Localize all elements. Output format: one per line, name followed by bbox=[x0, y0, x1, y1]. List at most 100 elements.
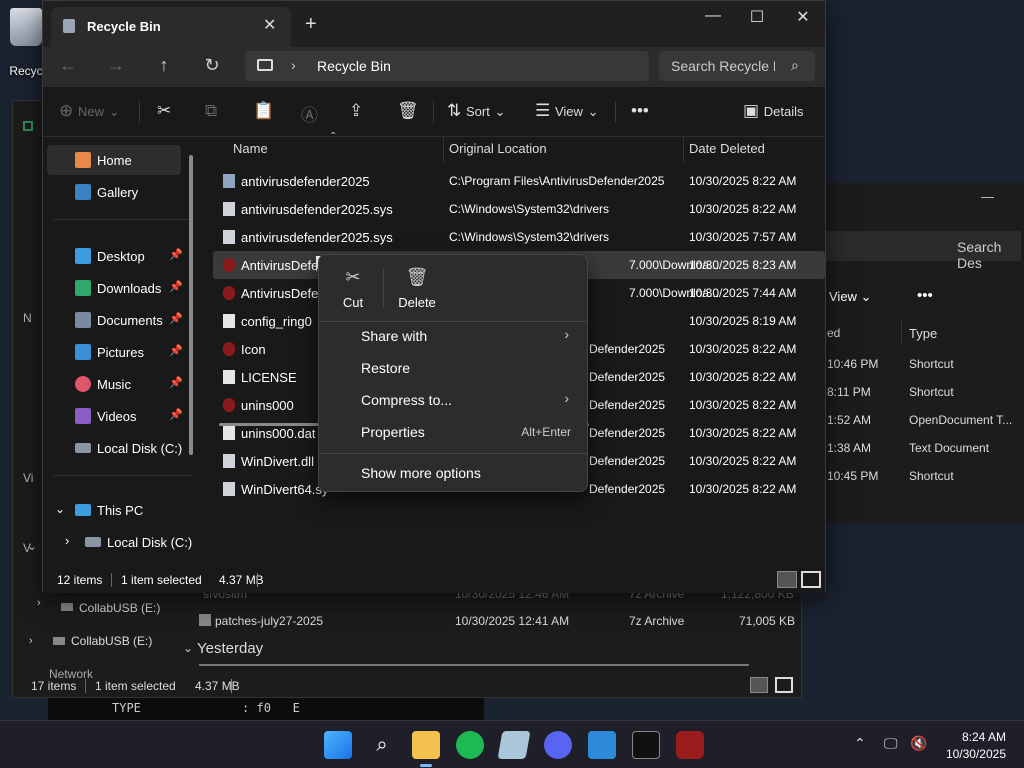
nav-gallery[interactable]: Gallery bbox=[47, 177, 181, 207]
file-date: 10/30/2025 7:44 AM bbox=[689, 286, 797, 300]
back-arrow-icon[interactable]: ← bbox=[53, 55, 83, 79]
nav-collabusb-2[interactable]: CollabUSB (E:) bbox=[71, 634, 152, 648]
start-windows-icon[interactable] bbox=[324, 731, 352, 759]
chevron-right-icon[interactable]: › bbox=[65, 533, 69, 548]
network-icon[interactable]: 🖵 bbox=[884, 735, 898, 752]
address-box[interactable]: › Recycle Bin bbox=[245, 51, 649, 81]
more-options-icon[interactable]: ••• bbox=[631, 101, 649, 121]
chevron-down-icon[interactable]: ⌄ bbox=[183, 641, 193, 655]
pin-icon[interactable]: 📌 bbox=[169, 280, 183, 293]
col-header-location[interactable]: Original Location bbox=[449, 141, 547, 156]
title-bar[interactable]: Recycle Bin ✕ + — ☐ ✕ bbox=[43, 1, 825, 47]
back-view-button[interactable]: View ⌄ bbox=[829, 289, 871, 305]
spotify-icon[interactable] bbox=[456, 731, 484, 759]
nav-this-pc[interactable]: ⌄ This PC bbox=[47, 495, 181, 525]
minimize-icon[interactable]: — bbox=[981, 189, 994, 204]
context-cut-button[interactable]: ✂ Cut bbox=[325, 267, 381, 310]
cut-icon[interactable]: ✂ bbox=[157, 101, 171, 121]
nav-documents[interactable]: Documents 📌 bbox=[47, 305, 183, 335]
horizontal-scrollbar[interactable] bbox=[199, 664, 749, 666]
pin-icon[interactable]: 📌 bbox=[169, 248, 183, 261]
command-bar: ⊕ New ⌄ ✂ ⧉ 📋 Ⓐ ⇪ 🗑 ⇅ Sort ⌄ ☰ View ⌄ ••… bbox=[43, 87, 825, 137]
sort-button[interactable]: ⇅ Sort ⌄ bbox=[447, 101, 505, 121]
clock[interactable]: 8:24 AM 10/30/2025 bbox=[936, 729, 1006, 763]
nav-downloads[interactable]: Downloads 📌 bbox=[47, 273, 183, 303]
close-window-icon[interactable]: ✕ bbox=[785, 7, 821, 27]
chevron-right-icon[interactable]: › bbox=[29, 635, 33, 647]
file-name: unins000 bbox=[241, 398, 294, 413]
file-row[interactable]: antivirusdefender2025.sys C:\Windows\Sys… bbox=[213, 223, 825, 251]
menu-item-compress[interactable]: Compress to... › bbox=[323, 385, 583, 415]
details-button[interactable]: ▣ Details bbox=[743, 101, 804, 121]
tiles-view-icon[interactable] bbox=[801, 571, 821, 588]
pin-icon[interactable]: 📌 bbox=[169, 344, 183, 357]
more-icon[interactable]: ••• bbox=[917, 287, 933, 304]
context-menu[interactable]: ✂ Cut 🗑 Delete Share with › Restore Comp… bbox=[318, 254, 588, 492]
navigation-pane[interactable]: Home Gallery Desktop 📌 Downloads 📌 Docum… bbox=[43, 137, 203, 567]
antivirus-app-icon[interactable] bbox=[676, 731, 704, 759]
vertical-scrollbar[interactable] bbox=[189, 155, 193, 455]
nav-home[interactable]: Home bbox=[47, 145, 181, 175]
rename-icon[interactable]: Ⓐ bbox=[301, 101, 318, 126]
nav-desktop[interactable]: Desktop 📌 bbox=[47, 241, 183, 271]
details-view-icon[interactable] bbox=[777, 571, 797, 588]
pin-icon[interactable]: 📌 bbox=[169, 312, 183, 325]
pin-icon[interactable]: 📌 bbox=[169, 376, 183, 389]
menu-item-properties[interactable]: Properties Alt+Enter bbox=[323, 417, 583, 447]
delete-icon[interactable]: 🗑 bbox=[397, 101, 419, 121]
copy-icon[interactable]: ⧉ bbox=[205, 101, 217, 121]
nav-local-disk-2[interactable]: › Local Disk (C:) bbox=[47, 527, 197, 557]
chevron-up-icon[interactable]: ⌃ bbox=[854, 735, 866, 752]
group-header-yesterday[interactable]: Yesterday bbox=[197, 640, 263, 657]
tiles-view-icon[interactable] bbox=[775, 677, 793, 693]
terminal-window[interactable]: TYPE : f0 E bbox=[48, 698, 484, 720]
new-tab-button[interactable]: + bbox=[305, 13, 317, 36]
view-button[interactable]: ☰ View ⌄ bbox=[535, 101, 599, 121]
file-row[interactable]: antivirusdefender2025.sys C:\Windows\Sys… bbox=[213, 195, 825, 223]
discord-icon[interactable] bbox=[544, 731, 572, 759]
photos-icon[interactable] bbox=[588, 731, 616, 759]
context-delete-button[interactable]: 🗑 Delete bbox=[389, 267, 445, 310]
up-arrow-icon[interactable]: ↑ bbox=[149, 55, 179, 79]
col-header-date[interactable]: ed bbox=[827, 326, 840, 340]
nav-videos[interactable]: Videos 📌 bbox=[47, 401, 183, 431]
nav-collabusb-1[interactable]: CollabUSB (E:) bbox=[79, 601, 160, 615]
refresh-icon[interactable]: ↻ bbox=[197, 55, 227, 79]
maximize-icon[interactable]: ☐ bbox=[739, 7, 775, 27]
chevron-down-icon[interactable]: ⌄ bbox=[55, 502, 65, 516]
menu-item-label: Show more options bbox=[361, 465, 481, 481]
details-view-icon[interactable] bbox=[750, 677, 768, 693]
share-icon[interactable]: ⇪ bbox=[349, 101, 363, 121]
volume-muted-icon[interactable]: 🔇 bbox=[910, 735, 927, 752]
file-row[interactable]: antivirusdefender2025 C:\Program Files\A… bbox=[213, 167, 825, 195]
back-search-box[interactable]: Search Des bbox=[821, 231, 1021, 271]
nav-music[interactable]: Music 📌 bbox=[47, 369, 183, 399]
pin-icon[interactable]: 📌 bbox=[169, 408, 183, 421]
tab-recycle-bin[interactable]: Recycle Bin ✕ bbox=[51, 7, 291, 47]
col-header-name[interactable]: Name bbox=[233, 141, 268, 156]
nav-local-disk[interactable]: Local Disk (C:) bbox=[47, 433, 182, 463]
col-header-type[interactable]: Type bbox=[909, 326, 937, 341]
search-input[interactable]: Search Recycle Bin ⌕ bbox=[659, 51, 815, 81]
chevron-down-icon[interactable]: ⌄ bbox=[27, 539, 37, 553]
menu-item-show-more[interactable]: Show more options bbox=[323, 458, 583, 488]
forward-arrow-icon[interactable]: → bbox=[101, 55, 131, 79]
back-row-type: Shortcut bbox=[909, 357, 954, 371]
new-button[interactable]: ⊕ New ⌄ bbox=[59, 101, 120, 121]
terminal-icon[interactable] bbox=[632, 731, 660, 759]
nav-pictures[interactable]: Pictures 📌 bbox=[47, 337, 183, 367]
file-explorer-icon[interactable] bbox=[412, 731, 440, 767]
menu-item-restore[interactable]: Restore bbox=[323, 353, 583, 383]
file-name: WinDivert.dll bbox=[241, 454, 314, 469]
minimize-icon[interactable]: — bbox=[695, 7, 731, 25]
background-window-right-part[interactable]: — Search Des View ⌄ ••• ed Type 10:46 PM… bbox=[800, 183, 1024, 523]
search-icon[interactable]: ⌕ bbox=[368, 731, 396, 759]
file-location: C:\Windows\System32\drivers bbox=[449, 202, 610, 216]
notepad-icon[interactable] bbox=[497, 731, 531, 759]
back-row-name[interactable]: patches-july27-2025 bbox=[215, 614, 323, 628]
paste-icon[interactable]: 📋 bbox=[253, 101, 274, 121]
chevron-right-icon[interactable]: › bbox=[37, 597, 41, 609]
menu-item-share-with[interactable]: Share with › bbox=[323, 321, 583, 351]
col-header-date[interactable]: Date Deleted bbox=[689, 141, 765, 156]
close-tab-icon[interactable]: ✕ bbox=[263, 15, 276, 35]
